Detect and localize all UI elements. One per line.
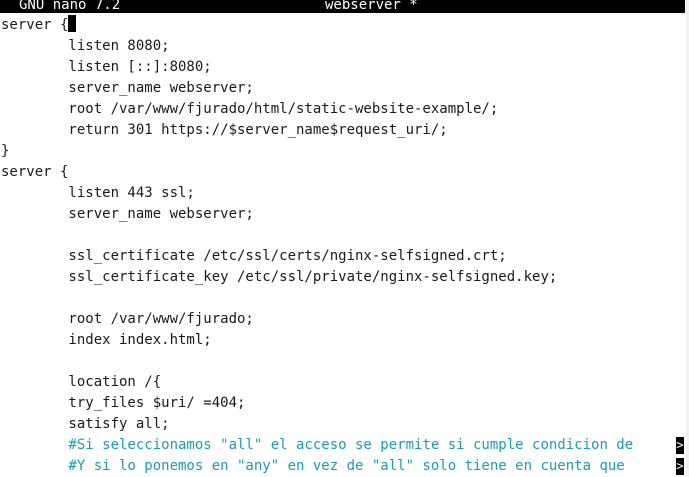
code-line[interactable]: listen 8080; (1, 36, 687, 57)
code-line[interactable] (1, 288, 687, 309)
line-text: listen 8080; (1, 38, 170, 54)
line-text: return 301 https://$server_name$request_… (1, 122, 448, 138)
code-line[interactable]: server_name webserver; (1, 204, 687, 225)
line-text: #Si seleccionamos "all" el acceso se per… (1, 437, 634, 453)
line-text: root /var/www/fjurado; (1, 311, 254, 327)
line-text: server_name webserver; (1, 80, 254, 96)
code-line[interactable]: listen 443 ssl; (1, 183, 687, 204)
editor-text-area[interactable]: server { listen 8080; listen [::]:8080; … (1, 15, 687, 477)
line-text: server { (1, 164, 69, 180)
code-line[interactable]: server_name webserver; (1, 78, 687, 99)
line-text: satisfy all; (1, 416, 170, 432)
comment-line[interactable]: #Si seleccionamos "all" el acceso se per… (1, 435, 687, 456)
code-line[interactable]: return 301 https://$server_name$request_… (1, 120, 687, 141)
line-overflow-indicator: > (676, 458, 684, 475)
code-line[interactable]: index index.html; (1, 330, 687, 351)
line-text: try_files $uri/ =404; (1, 395, 246, 411)
code-line[interactable]: location /{ (1, 372, 687, 393)
code-line[interactable]: server { (1, 15, 687, 36)
text-cursor (68, 15, 77, 32)
nano-titlebar: GNU nano 7.2 webserver * (0, 0, 685, 13)
code-line[interactable]: try_files $uri/ =404; (1, 393, 687, 414)
code-line[interactable]: server { (1, 162, 687, 183)
line-text: ssl_certificate /etc/ssl/certs/nginx-sel… (1, 248, 507, 264)
code-line[interactable]: root /var/www/fjurado/html/static-websit… (1, 99, 687, 120)
code-line[interactable]: ssl_certificate_key /etc/ssl/private/ngi… (1, 267, 687, 288)
editor-version: GNU nano 7.2 (19, 0, 121, 13)
code-line[interactable]: ssl_certificate /etc/ssl/certs/nginx-sel… (1, 246, 687, 267)
line-text: ssl_certificate_key /etc/ssl/private/ngi… (1, 269, 558, 285)
code-line[interactable]: listen [::]:8080; (1, 57, 687, 78)
line-text: listen 443 ssl; (1, 185, 195, 201)
code-line[interactable]: } (1, 141, 687, 162)
code-line[interactable] (1, 225, 687, 246)
line-text: server_name webserver; (1, 206, 254, 222)
line-text: #Y si lo ponemos en "any" en vez de "all… (1, 458, 634, 474)
code-line[interactable]: satisfy all; (1, 414, 687, 435)
line-text: } (1, 143, 10, 159)
line-text: root /var/www/fjurado/html/static-websit… (1, 101, 499, 117)
line-text: listen [::]:8080; (1, 59, 212, 75)
line-text: index index.html; (1, 332, 212, 348)
code-line[interactable] (1, 351, 687, 372)
line-text: server { (1, 17, 69, 33)
code-line[interactable]: root /var/www/fjurado; (1, 309, 687, 330)
comment-line[interactable]: #Y si lo ponemos en "any" en vez de "all… (1, 456, 687, 477)
file-name: webserver * (325, 0, 418, 13)
line-overflow-indicator: > (676, 437, 684, 454)
line-text: location /{ (1, 374, 162, 390)
